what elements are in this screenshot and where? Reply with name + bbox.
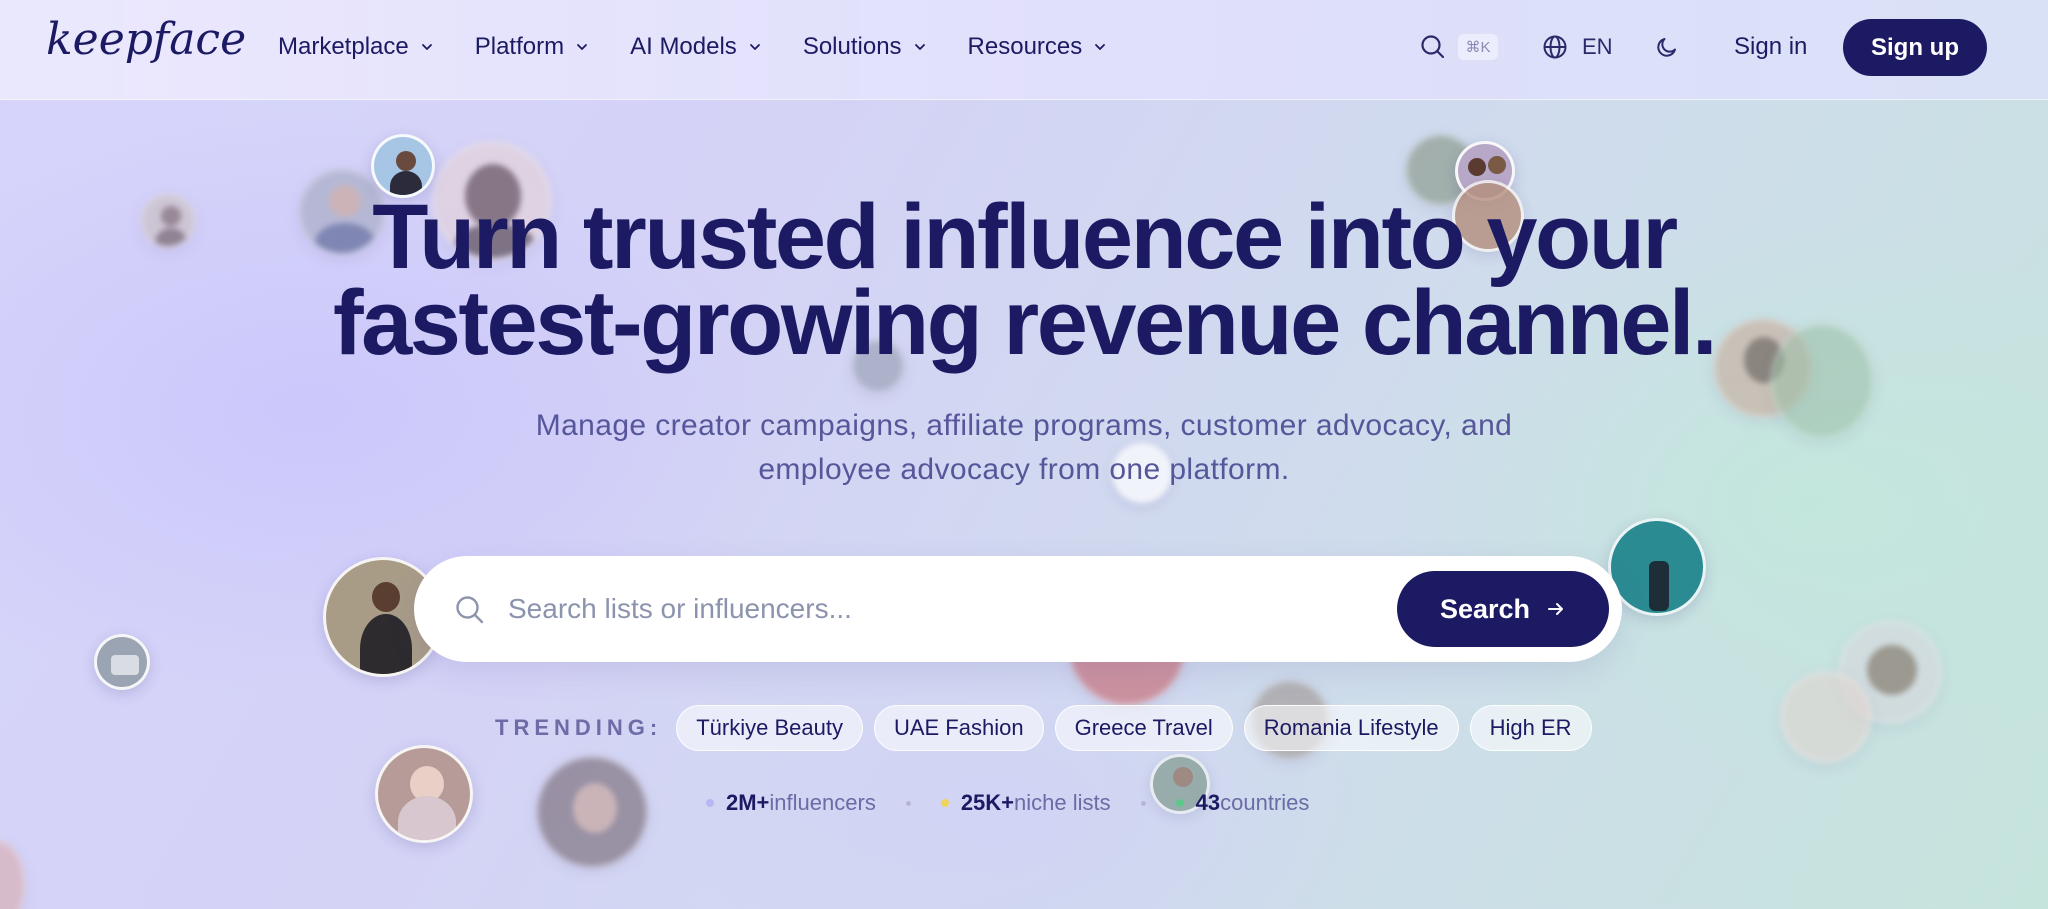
trending-chip[interactable]: Türkiye Beauty (676, 705, 863, 751)
menu-item-platform[interactable]: Platform (475, 30, 588, 64)
subheadline-line-2: employee advocacy from one platform. (758, 453, 1290, 486)
search-button-label: Search (1439, 593, 1531, 624)
main-menu: Marketplace Platform AI Models Solutions… (278, 30, 1148, 64)
chevron-down-icon (749, 44, 760, 50)
chevron-down-icon (421, 44, 432, 50)
trending-chip[interactable]: UAE Fashion (873, 705, 1044, 751)
keepface-logo[interactable]: keepface (46, 14, 246, 65)
arrow-right-icon (1548, 603, 1564, 615)
search-icon (456, 596, 484, 624)
stat-label: niche lists (1014, 790, 1111, 815)
chevron-down-icon (914, 44, 925, 50)
search-button[interactable]: Search (1397, 571, 1609, 647)
stats-row: 2M+ influencers 25K+ niche lists 43 coun… (706, 788, 1309, 818)
stat-separator (1140, 800, 1146, 806)
globe-icon (1543, 35, 1567, 59)
trending-chip[interactable]: Greece Travel (1054, 705, 1233, 751)
hero-headline: Turn trusted influence into your fastest… (0, 186, 2048, 374)
stat-label: countries (1220, 790, 1310, 815)
stat-label: influencers (769, 790, 876, 815)
avatar (1608, 518, 1706, 616)
theme-toggle-button[interactable] (1652, 32, 1682, 62)
language-selector[interactable]: EN (1542, 30, 1613, 64)
menu-item-label: AI Models (630, 33, 737, 60)
search-shortcut-hint: ⌘K (1458, 34, 1498, 60)
stat-value: 43 (1195, 790, 1221, 815)
menu-item-ai-models[interactable]: AI Models (630, 30, 761, 64)
avatar (375, 745, 473, 843)
menu-item-label: Solutions (802, 33, 902, 60)
menu-item-resources[interactable]: Resources (968, 30, 1107, 64)
language-label: EN (1582, 34, 1613, 59)
stat-value: 25K+ (960, 790, 1015, 815)
stat-influencers: 2M+ influencers (706, 790, 876, 816)
menu-item-solutions[interactable]: Solutions (803, 30, 926, 64)
top-nav: keepface Marketplace Platform AI Models … (0, 0, 2048, 100)
stat-niche-lists: 25K+ niche lists (940, 790, 1111, 816)
subheadline-line-1: Manage creator campaigns, affiliate prog… (535, 409, 1513, 442)
stat-dot (940, 799, 949, 807)
chevron-down-icon (1095, 44, 1106, 50)
search-input[interactable] (508, 584, 1368, 634)
avatar (94, 634, 150, 690)
trending-bar: TRENDING: Türkiye Beauty UAE Fashion Gre… (495, 705, 1603, 751)
avatar (1780, 671, 1872, 763)
trending-chip[interactable]: High ER (1469, 705, 1592, 751)
avatar (536, 756, 648, 868)
stat-dot (706, 799, 714, 807)
chevron-down-icon (577, 44, 587, 50)
search-icon (1421, 35, 1445, 59)
trending-chip[interactable]: Romania Lifestyle (1243, 705, 1459, 751)
sign-up-button[interactable]: Sign up (1843, 19, 1987, 76)
hero-subheadline: Manage creator campaigns, affiliate prog… (474, 404, 1574, 492)
stat-dot (1175, 799, 1184, 807)
stat-value: 2M+ (726, 790, 770, 815)
stat-countries: 43 countries (1175, 790, 1310, 816)
menu-item-label: Marketplace (278, 33, 409, 60)
menu-item-marketplace[interactable]: Marketplace (278, 30, 433, 64)
menu-item-label: Resources (967, 33, 1083, 60)
menu-item-label: Platform (474, 33, 565, 60)
hero-search-bar: Search (414, 556, 1622, 662)
headline-line-1: Turn trusted influence into your (372, 186, 1678, 288)
headline-line-2: fastest-growing revenue channel. (332, 272, 1718, 374)
sign-in-link[interactable]: Sign in (1734, 30, 1807, 64)
trending-label: TRENDING: (495, 715, 663, 740)
avatar (0, 840, 26, 909)
moon-icon (1657, 38, 1676, 57)
nav-search-button[interactable] (1418, 32, 1448, 62)
stat-separator (905, 800, 911, 806)
